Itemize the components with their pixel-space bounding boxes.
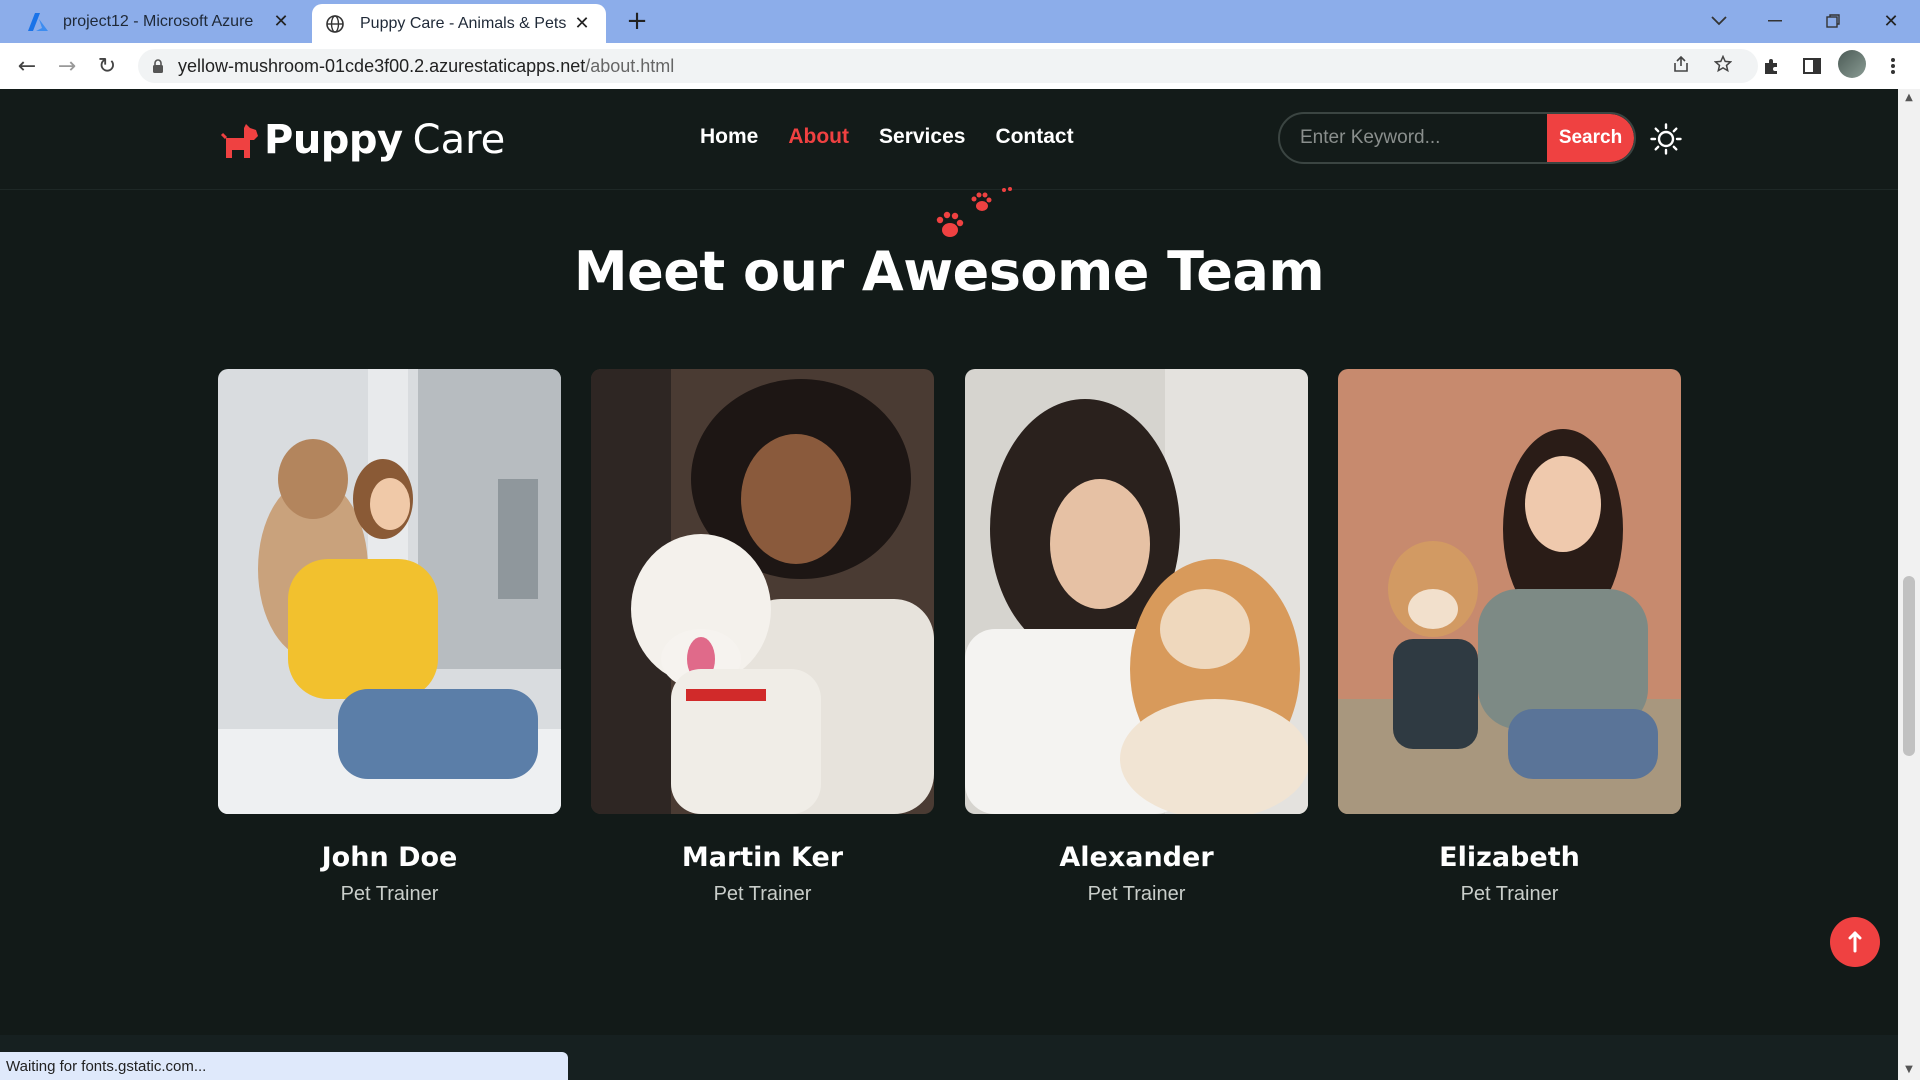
team-section-title: Meet our Awesome Team	[573, 240, 1325, 303]
bookmark-star-icon[interactable]	[1708, 49, 1738, 79]
site-logo[interactable]: Puppy Care	[220, 117, 505, 163]
team-member-role: Pet Trainer	[1460, 883, 1559, 905]
restore-icon[interactable]	[1810, 4, 1856, 38]
team-card: Alexander Pet Trainer	[965, 369, 1308, 906]
team-member-name: Alexander	[1059, 842, 1214, 873]
site-header: Puppy Care Home About Services Contact S…	[0, 89, 1898, 190]
team-member-name: Martin Ker	[681, 842, 844, 873]
azure-icon	[27, 11, 49, 33]
lock-icon	[152, 58, 164, 74]
team-card: Martin Ker Pet Trainer	[591, 369, 934, 906]
team-photo-martin-ker	[591, 369, 934, 814]
team-photo-john-doe	[218, 369, 561, 814]
kebab-menu-icon[interactable]	[1878, 51, 1908, 81]
search-form: Search	[1278, 112, 1636, 164]
reload-icon[interactable]: ↻	[92, 51, 122, 81]
forward-arrow-icon[interactable]: →	[52, 51, 82, 81]
extensions-puzzle-icon[interactable]	[1757, 51, 1787, 81]
browser-tab-bar: project12 - Microsoft Azure ✕ Puppy Care…	[0, 0, 1920, 43]
main-nav: Home About Services Contact	[700, 125, 1074, 149]
arrow-up-icon	[1848, 931, 1862, 953]
team-member-name: Elizabeth	[1439, 842, 1580, 873]
minimize-icon[interactable]	[1752, 4, 1798, 38]
dog-logo-icon	[220, 124, 258, 158]
window-close-icon[interactable]: ✕	[1868, 4, 1914, 38]
nav-home[interactable]: Home	[700, 125, 758, 149]
browser-tab-puppy-care[interactable]: Puppy Care - Animals & Pets Cat ✕	[312, 4, 606, 43]
share-icon[interactable]	[1666, 49, 1696, 79]
sun-theme-toggle-icon[interactable]	[1650, 123, 1682, 155]
team-card: Elizabeth Pet Trainer	[1338, 369, 1681, 906]
team-member-name: John Doe	[321, 842, 458, 873]
paw-prints-icon	[936, 187, 1012, 237]
team-member-role: Pet Trainer	[1087, 883, 1186, 905]
new-tab-icon[interactable]: +	[622, 6, 652, 36]
tab-search-chevron-icon[interactable]	[1696, 4, 1742, 38]
back-arrow-icon[interactable]: ←	[12, 51, 42, 81]
close-icon[interactable]: ✕	[570, 12, 594, 36]
scroll-up-arrow-icon[interactable]: ▲	[1903, 92, 1915, 104]
back-to-top-button[interactable]	[1830, 917, 1880, 967]
team-photo-alexander	[965, 369, 1308, 814]
nav-contact[interactable]: Contact	[995, 125, 1073, 149]
search-input[interactable]	[1280, 114, 1547, 162]
tab-title: Puppy Care - Animals & Pets Cat	[360, 14, 570, 32]
brand-name-light: Care	[412, 117, 506, 163]
nav-about[interactable]: About	[788, 125, 849, 149]
tab-title: project12 - Microsoft Azure	[63, 12, 254, 30]
globe-icon	[324, 13, 346, 35]
scrollbar-thumb[interactable]	[1903, 576, 1915, 756]
url-bar[interactable]: yellow-mushroom-01cde3f00.2.azurestatica…	[138, 49, 1758, 83]
browser-tab-azure[interactable]: project12 - Microsoft Azure ✕	[15, 0, 305, 43]
url-text: yellow-mushroom-01cde3f00.2.azurestatica…	[178, 55, 675, 76]
profile-avatar[interactable]	[1838, 50, 1866, 78]
browser-status-text: Waiting for fonts.gstatic.com...	[0, 1052, 568, 1080]
team-member-role: Pet Trainer	[340, 883, 439, 905]
nav-services[interactable]: Services	[879, 125, 965, 149]
close-icon[interactable]: ✕	[269, 10, 293, 34]
address-bar-row: ← → ↻ yellow-mushroom-01cde3f00.2.azures…	[0, 43, 1920, 90]
team-card: John Doe Pet Trainer	[218, 369, 561, 906]
brand-name-bold: Puppy	[264, 117, 403, 163]
scroll-down-arrow-icon[interactable]: ▼	[1903, 1064, 1915, 1076]
search-button[interactable]: Search	[1547, 114, 1634, 162]
side-panel-icon[interactable]	[1797, 51, 1827, 81]
team-photo-elizabeth	[1338, 369, 1681, 814]
team-member-role: Pet Trainer	[713, 883, 812, 905]
